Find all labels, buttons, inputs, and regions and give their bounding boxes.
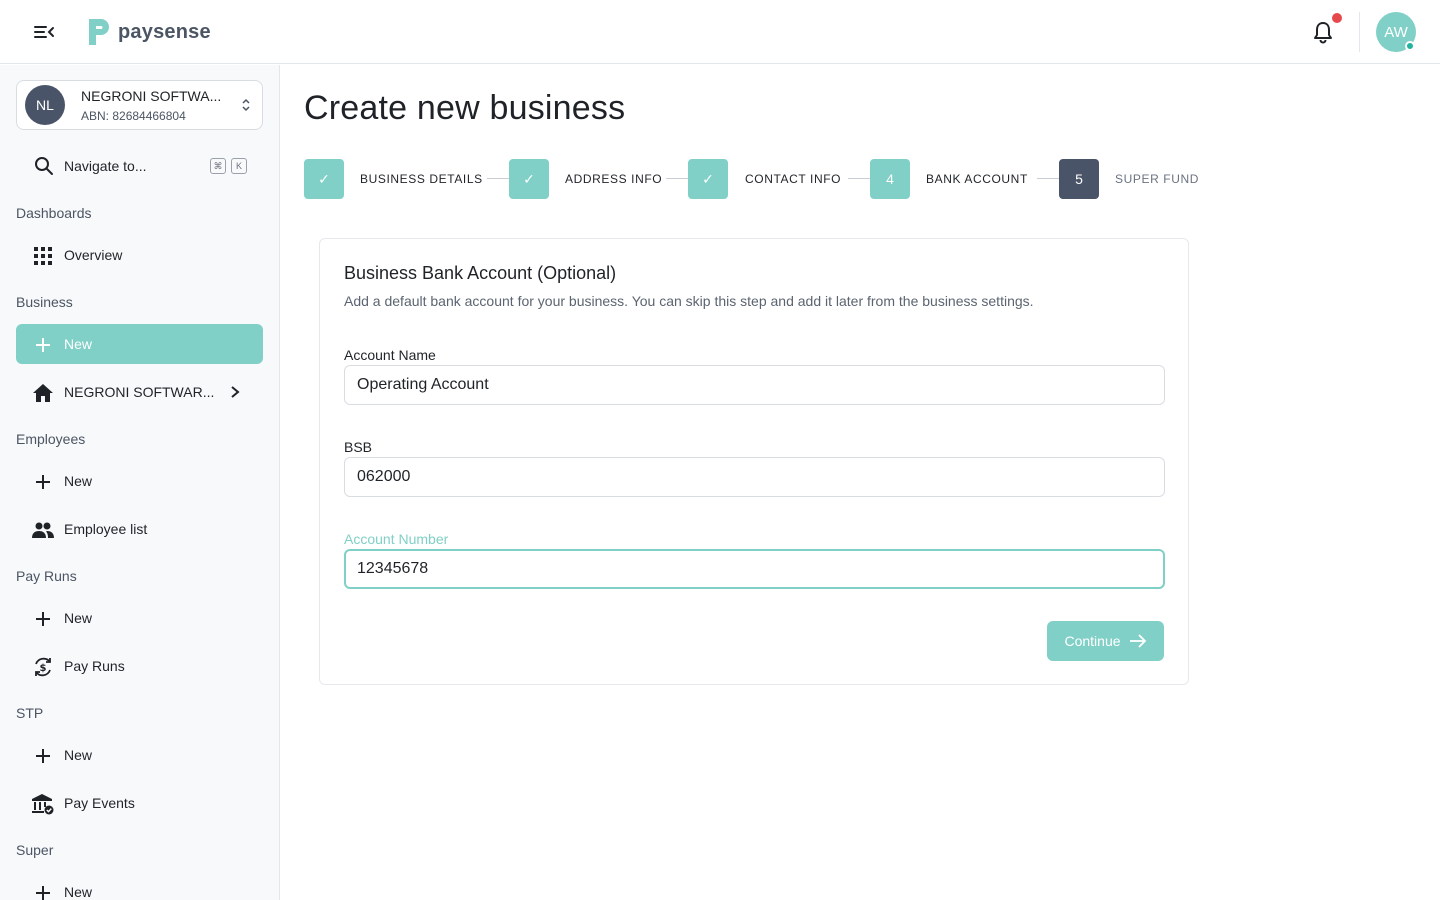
sidebar-item-business-new[interactable]: New: [16, 324, 263, 364]
user-initials: AW: [1384, 23, 1408, 41]
grid-icon: [32, 245, 54, 267]
home-icon: [32, 382, 54, 404]
sidebar-item-employees-new[interactable]: New: [16, 461, 263, 501]
sidebar-item-business-negroni[interactable]: NEGRONI SOFTWAR...: [16, 372, 263, 412]
step-1-check-icon[interactable]: ✓: [304, 159, 344, 199]
business-abn: ABN: 82684466804: [81, 109, 186, 123]
online-status-dot: [1405, 41, 1415, 51]
sidebar-item-employee-list[interactable]: Employee list: [16, 509, 263, 549]
step-2-label: ADDRESS INFO: [565, 172, 663, 186]
account-name-label: Account Name: [344, 347, 436, 363]
section-employees: Employees: [16, 431, 86, 447]
step-3-check-icon[interactable]: ✓: [688, 159, 728, 199]
step-connector: [487, 178, 509, 179]
section-super: Super: [16, 842, 54, 858]
sidebar-item-label: New: [64, 747, 93, 763]
bank-account-card: Business Bank Account (Optional) Add a d…: [319, 238, 1189, 685]
sidebar-item-pay-events[interactable]: Pay Events: [16, 783, 263, 823]
menu-collapse-icon[interactable]: [32, 21, 56, 43]
step-connector: [848, 178, 870, 179]
plus-icon: [32, 882, 54, 900]
plus-icon: [32, 608, 54, 630]
arrow-right-icon: [1129, 634, 1146, 648]
logo-text: paysense: [118, 20, 211, 43]
page-title: Create new business: [304, 89, 626, 127]
sidebar-item-label: New: [64, 336, 93, 352]
continue-button[interactable]: Continue: [1047, 621, 1164, 661]
bsb-input[interactable]: [344, 457, 1165, 497]
sidebar-item-label: Pay Runs: [64, 658, 125, 674]
chevron-right-icon: [231, 386, 240, 398]
continue-label: Continue: [1064, 633, 1121, 649]
step-connector: [666, 178, 688, 179]
navigate-label: Navigate to...: [64, 158, 147, 174]
sidebar-item-label: Employee list: [64, 521, 148, 537]
business-initials: NL: [36, 97, 54, 113]
step-connector: [1037, 178, 1059, 179]
currency-cycle-icon: $: [32, 656, 54, 678]
plus-icon: [32, 745, 54, 767]
people-icon: [32, 519, 54, 541]
k-key: K: [231, 158, 247, 174]
bsb-label: BSB: [344, 439, 373, 455]
section-business: Business: [16, 294, 73, 310]
divider: [1359, 12, 1360, 52]
command-key-icon: ⌘: [210, 158, 226, 174]
sidebar-item-label: NEGRONI SOFTWAR...: [64, 384, 215, 400]
step-4-label: BANK ACCOUNT: [926, 172, 1028, 186]
step-4-number: 4: [870, 159, 910, 199]
sidebar-item-super-new[interactable]: New: [16, 872, 263, 900]
bank-check-icon: [32, 793, 54, 815]
chevron-up-down-icon: [242, 98, 250, 112]
svg-text:$: $: [40, 663, 47, 674]
main-content: Create new business ✓ BUSINESS DETAILS ✓…: [280, 65, 1440, 900]
business-avatar: NL: [25, 85, 65, 125]
sidebar-item-label: Pay Events: [64, 795, 135, 811]
sidebar: NL NEGRONI SOFTWA... ABN: 82684466804 Na…: [0, 65, 280, 900]
business-switcher[interactable]: NL NEGRONI SOFTWA... ABN: 82684466804: [16, 80, 263, 130]
sidebar-item-label: New: [64, 884, 93, 900]
sidebar-item-payruns-new[interactable]: New: [16, 598, 263, 638]
account-number-label: Account Number: [344, 531, 449, 547]
business-name: NEGRONI SOFTWA...: [81, 88, 222, 104]
app-logo[interactable]: paysense: [86, 16, 211, 48]
step-5-number: 5: [1059, 159, 1099, 199]
sidebar-item-stp-new[interactable]: New: [16, 735, 263, 775]
card-subtitle: Add a default bank account for your busi…: [344, 293, 1034, 309]
account-number-input[interactable]: [344, 549, 1165, 589]
plus-icon: [32, 334, 54, 356]
section-pay-runs: Pay Runs: [16, 568, 77, 584]
card-title: Business Bank Account (Optional): [344, 263, 617, 283]
notifications-bell-icon[interactable]: [1312, 20, 1334, 44]
top-bar: paysense AW: [0, 0, 1440, 64]
navigate-search[interactable]: Navigate to... ⌘ K: [16, 150, 263, 182]
notification-dot: [1332, 13, 1342, 23]
paysense-logo-icon: [89, 19, 109, 45]
step-3-label: CONTACT INFO: [745, 172, 842, 186]
search-icon: [35, 157, 53, 175]
section-dashboards: Dashboards: [16, 205, 92, 221]
step-1-label: BUSINESS DETAILS: [360, 172, 483, 186]
account-name-input[interactable]: [344, 365, 1165, 405]
stepper: ✓ BUSINESS DETAILS ✓ ADDRESS INFO ✓ CONT…: [304, 159, 1224, 199]
step-5-label: SUPER FUND: [1115, 172, 1200, 186]
sidebar-item-label: New: [64, 610, 93, 626]
sidebar-item-overview[interactable]: Overview: [16, 235, 263, 275]
sidebar-item-pay-runs[interactable]: $ Pay Runs: [16, 646, 263, 686]
sidebar-item-label: New: [64, 473, 93, 489]
plus-icon: [32, 471, 54, 493]
section-stp: STP: [16, 705, 44, 721]
step-2-check-icon[interactable]: ✓: [509, 159, 549, 199]
sidebar-item-label: Overview: [64, 247, 123, 263]
